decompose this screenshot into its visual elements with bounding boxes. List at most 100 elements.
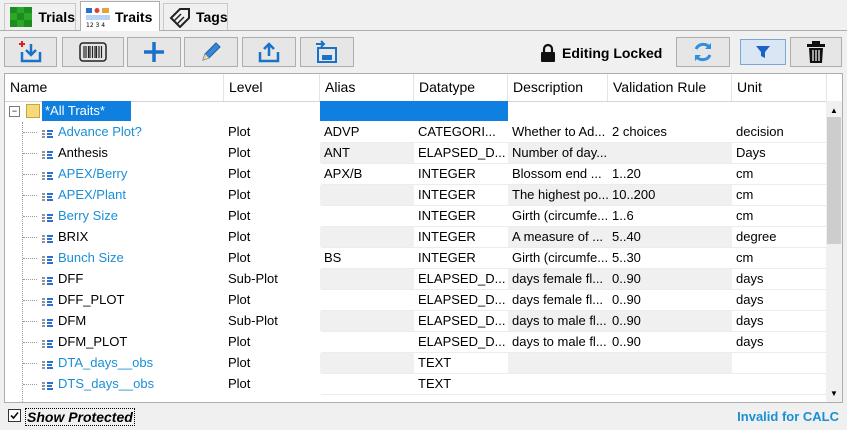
cell-name[interactable]: DFM <box>41 311 86 331</box>
column-header-description[interactable]: Description <box>508 74 608 101</box>
tab-traits[interactable]: 12 3 4 Traits <box>80 1 160 31</box>
table-row[interactable]: DFF_PLOT Plot ELAPSED_D... days female fl..… <box>5 290 827 311</box>
scroll-up-icon[interactable]: ▲ <box>830 106 838 115</box>
trait-icon <box>41 231 54 243</box>
cell-name[interactable]: APEX/Berry <box>41 164 127 184</box>
tree-branch-line <box>23 132 37 133</box>
tree-branch-line <box>23 174 37 175</box>
show-protected-label[interactable]: Show Protected <box>25 408 135 426</box>
status-bar: Show Protected Invalid for CALC <box>0 404 847 430</box>
cell-alias: ADVP <box>324 124 360 139</box>
trait-name[interactable]: APEX/Plant <box>58 185 126 205</box>
cell-unit: days <box>736 292 764 307</box>
cell-datatype: INTEGER <box>418 250 476 265</box>
trait-icon <box>41 252 54 264</box>
cell-unit: decision <box>736 124 784 139</box>
edit-button[interactable] <box>184 37 238 67</box>
cell-datatype: INTEGER <box>418 229 476 244</box>
add-button[interactable] <box>127 37 181 67</box>
table-row[interactable]: DFM Sub-Plot ELAPSED_D... days to male fl..… <box>5 311 827 332</box>
trait-icon <box>41 294 54 306</box>
cell-level: Plot <box>228 229 251 244</box>
table-row[interactable]: DFF Sub-Plot ELAPSED_D... days female fl...… <box>5 269 827 290</box>
save-button[interactable] <box>300 37 354 67</box>
import-icon <box>18 41 41 63</box>
refresh-button[interactable] <box>676 37 730 67</box>
save-icon <box>316 40 337 63</box>
trait-name[interactable]: APEX/Berry <box>58 164 127 184</box>
tree-branch-line <box>23 216 37 217</box>
cell-level: Plot <box>228 166 251 181</box>
cell-unit: Days <box>736 145 766 160</box>
cell-name[interactable]: Bunch Size <box>41 248 124 268</box>
trait-name[interactable]: Advance Plot? <box>58 122 142 142</box>
scrollbar-thumb[interactable] <box>827 117 841 244</box>
tab-trials-label: Trials <box>38 9 75 25</box>
column-header-level[interactable]: Level <box>224 74 320 101</box>
cell-name[interactable]: Advance Plot? <box>41 122 142 142</box>
delete-button[interactable] <box>790 37 842 67</box>
cell-name[interactable]: DFM_PLOT <box>41 332 127 352</box>
table-row[interactable]: APEX/Plant Plot INTEGER The highest po... 10… <box>5 185 827 206</box>
table-row[interactable]: Berry Size Plot INTEGER Girth (circumfe... 1… <box>5 206 827 227</box>
trait-name[interactable]: Berry Size <box>58 206 118 226</box>
table-row[interactable]: Bunch Size Plot BS INTEGER Girth (circumfe..… <box>5 248 827 269</box>
table-row[interactable]: BRIX Plot INTEGER A measure of ... 5..40 degr… <box>5 227 827 248</box>
trash-icon <box>807 41 825 63</box>
scroll-down-icon[interactable]: ▼ <box>830 389 838 398</box>
cell-name[interactable]: BRIX <box>41 227 88 247</box>
table-row[interactable]: DTS_days__obs Plot TEXT <box>5 374 827 395</box>
export-button[interactable] <box>242 37 296 67</box>
row-divider <box>321 394 827 395</box>
column-header-validation-rule[interactable]: Validation Rule <box>608 74 732 101</box>
cell-name[interactable]: Berry Size <box>41 206 118 226</box>
trait-name[interactable]: Bunch Size <box>58 248 124 268</box>
trait-name[interactable]: DTS_days__obs <box>58 374 154 394</box>
column-header-name[interactable]: Name <box>5 74 224 101</box>
traits-grid[interactable]: Name Level Alias Datatype Description Va… <box>4 73 843 403</box>
toolbar: Editing Locked <box>0 31 847 71</box>
cell-alias <box>320 227 414 247</box>
cell-description: Number of day... <box>508 143 608 163</box>
cell-name[interactable]: DTA_days__obs <box>41 353 153 373</box>
cell-datatype: TEXT <box>418 355 452 370</box>
table-row[interactable]: Anthesis Plot ANT ELAPSED_D... Number of day… <box>5 143 827 164</box>
table-row[interactable]: DTA_days__obs Plot TEXT <box>5 353 827 374</box>
grid-header: Name Level Alias Datatype Description Va… <box>5 74 827 102</box>
cell-name[interactable]: Anthesis <box>41 143 108 163</box>
tab-trials[interactable]: Trials <box>4 3 76 30</box>
tree-branch-line <box>23 258 37 259</box>
tree-branch-line <box>23 195 37 196</box>
cell-description: days female fl... <box>512 292 604 307</box>
cell-unit: cm <box>736 250 754 265</box>
filter-button[interactable] <box>740 39 786 65</box>
trait-name: Anthesis <box>58 145 108 160</box>
barcode-button[interactable] <box>62 37 124 67</box>
column-header-datatype[interactable]: Datatype <box>414 74 508 101</box>
traits-table-icon: 12 3 4 <box>85 6 111 29</box>
plus-icon <box>144 42 164 62</box>
lock-status: Editing Locked <box>540 41 662 65</box>
cell-name[interactable]: APEX/Plant <box>41 185 126 205</box>
column-header-alias[interactable]: Alias <box>320 74 414 101</box>
trait-icon <box>41 210 54 222</box>
show-protected-checkbox[interactable] <box>8 409 21 422</box>
tab-tags[interactable]: Tags <box>163 3 228 30</box>
column-header-unit[interactable]: Unit <box>732 74 827 101</box>
cell-description <box>508 374 608 394</box>
table-row[interactable]: DFM_PLOT Plot ELAPSED_D... days to male fl.… <box>5 332 827 353</box>
tree-root-row[interactable]: − *All Traits* <box>5 101 827 122</box>
collapse-toggle-icon[interactable]: − <box>9 106 20 117</box>
cell-description: days female fl... <box>508 269 608 289</box>
vertical-scrollbar[interactable]: ▲ ▼ <box>826 101 842 402</box>
trait-name[interactable]: DTA_days__obs <box>58 353 153 373</box>
import-button[interactable] <box>4 37 57 67</box>
cell-name[interactable]: DFF <box>41 269 83 289</box>
trials-grid-icon <box>9 6 34 28</box>
cell-name[interactable]: DTS_days__obs <box>41 374 154 394</box>
table-row[interactable]: Advance Plot? Plot ADVP CATEGORI... Whether … <box>5 122 827 143</box>
cell-name[interactable]: DFF_PLOT <box>41 290 124 310</box>
cell-alias <box>320 311 414 331</box>
cell-description <box>508 353 608 373</box>
table-row[interactable]: APEX/Berry Plot APX/B INTEGER Blossom end ..… <box>5 164 827 185</box>
